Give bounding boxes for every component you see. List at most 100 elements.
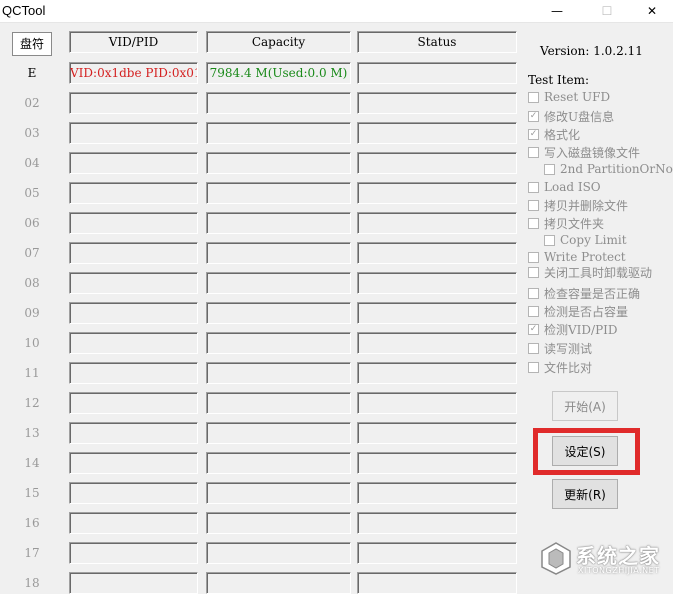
option-checkbox[interactable]: 拷贝文件夹 (528, 215, 604, 231)
vidpid-cell (69, 272, 198, 294)
capacity-cell (206, 452, 351, 474)
capacity-cell (206, 182, 351, 204)
vidpid-cell (69, 542, 198, 564)
row-drive-label: 16 (24, 516, 40, 530)
option-checkbox[interactable]: Copy Limit (544, 232, 627, 248)
option-checkbox[interactable]: 2nd PartitionOrNot (544, 161, 673, 177)
status-cell (357, 392, 517, 414)
option-label: 写入磁盘镜像文件 (544, 145, 641, 160)
capacity-cell (206, 482, 351, 504)
watermark-subtext: XITONGZHIJIA.NET (578, 566, 660, 575)
option-checkbox[interactable]: ✓ 检测VID/PID (528, 321, 618, 337)
option-checkbox[interactable]: ✓ 修改U盘信息 (528, 108, 614, 124)
maximize-icon: ☐ (601, 4, 613, 18)
vidpid-cell (69, 452, 198, 474)
row-drive-label: 03 (24, 126, 40, 140)
status-cell (357, 302, 517, 324)
close-button[interactable]: ✕ (629, 0, 673, 22)
test-item-label: Test Item: (528, 73, 590, 87)
status-header: Status (357, 31, 517, 53)
option-checkbox[interactable]: 检测是否占容量 (528, 303, 628, 319)
status-cell (357, 452, 517, 474)
vidpid-cell (69, 212, 198, 234)
checkbox-checked-icon: ✓ (528, 128, 539, 140)
status-cell (357, 122, 517, 144)
checkbox-unchecked-icon (544, 163, 555, 175)
capacity-cell (206, 362, 351, 384)
vidpid-cell (69, 242, 198, 264)
capacity-cell: 7984.4 M(Used:0.0 M) (206, 62, 351, 84)
capacity-cell (206, 512, 351, 534)
option-label: 拷贝并删除文件 (544, 198, 629, 213)
status-cell (357, 182, 517, 204)
highlight-box (533, 428, 640, 475)
status-cell (357, 422, 517, 444)
vidpid-cell: VID:0x1dbe PID:0x0101 (69, 62, 198, 84)
version-label: Version: 1.0.2.11 (540, 44, 643, 58)
capacity-cell (206, 212, 351, 234)
option-label: 2nd PartitionOrNot (560, 162, 673, 176)
status-cell (357, 332, 517, 354)
row-drive-label: 11 (24, 366, 40, 380)
status-cell (357, 362, 517, 384)
refresh-button-label: 更新(R) (564, 487, 606, 502)
status-cell (357, 572, 517, 594)
option-label: 检查容量是否正确 (544, 286, 641, 301)
row-drive-label: 15 (24, 486, 40, 500)
refresh-button[interactable]: 更新(R) (552, 479, 618, 509)
option-checkbox[interactable]: Reset UFD (528, 89, 610, 105)
option-checkbox[interactable]: 拷贝并删除文件 (528, 197, 628, 213)
capacity-cell (206, 122, 351, 144)
option-label: 关闭工具时卸载驱动 (544, 265, 653, 280)
capacity-cell (206, 152, 351, 174)
option-checkbox[interactable]: 检查容量是否正确 (528, 285, 640, 301)
row-drive-label: 08 (24, 276, 40, 290)
option-checkbox[interactable]: Load ISO (528, 179, 601, 195)
option-checkbox[interactable]: ✓ 格式化 (528, 126, 580, 142)
start-button[interactable]: 开始(A) (552, 391, 618, 421)
option-label: 拷贝文件夹 (544, 216, 605, 231)
option-label: 检测VID/PID (544, 322, 618, 337)
minimize-icon: — (551, 4, 563, 18)
checkbox-unchecked-icon (528, 91, 539, 103)
drive-letter-header[interactable]: 盘符 (12, 32, 52, 56)
checkbox-unchecked-icon (528, 287, 539, 299)
status-cell (357, 482, 517, 504)
title-bar: QCTool — ☐ ✕ (0, 0, 673, 22)
option-checkbox[interactable]: 文件比对 (528, 359, 592, 375)
row-drive-label: 02 (24, 96, 40, 110)
status-cell (357, 542, 517, 564)
row-drive-label: 05 (24, 186, 40, 200)
row-drive-label: 18 (24, 576, 40, 590)
option-label: Write Protect (544, 250, 626, 264)
status-cell (357, 92, 517, 114)
vidpid-cell (69, 152, 198, 174)
option-checkbox[interactable]: 读写测试 (528, 340, 592, 356)
vidpid-cell (69, 512, 198, 534)
capacity-cell (206, 332, 351, 354)
vidpid-cell (69, 122, 198, 144)
row-drive-label: 09 (24, 306, 40, 320)
watermark: 系统之家 XITONGZHIJIA.NET (538, 538, 670, 582)
option-checkbox[interactable]: 写入磁盘镜像文件 (528, 144, 640, 160)
checkbox-unchecked-icon (528, 199, 539, 211)
option-label: Copy Limit (560, 233, 627, 247)
vidpid-cell (69, 92, 198, 114)
option-checkbox[interactable]: 关闭工具时卸载驱动 (528, 264, 652, 280)
option-label: Load ISO (544, 180, 601, 194)
option-label: 修改U盘信息 (544, 109, 615, 124)
vidpid-cell (69, 572, 198, 594)
row-drive-label: 06 (24, 216, 40, 230)
row-drive-label: 13 (24, 426, 40, 440)
checkbox-unchecked-icon (528, 217, 539, 229)
row-drive-label: 17 (24, 546, 40, 560)
vidpid-cell (69, 182, 198, 204)
capacity-cell (206, 542, 351, 564)
checkbox-unchecked-icon (528, 305, 539, 317)
checkbox-unchecked-icon (528, 266, 539, 278)
capacity-cell (206, 422, 351, 444)
minimize-button[interactable]: — (534, 0, 580, 22)
maximize-button[interactable]: ☐ (584, 0, 630, 22)
vidpid-cell (69, 362, 198, 384)
option-label: 格式化 (544, 127, 581, 142)
